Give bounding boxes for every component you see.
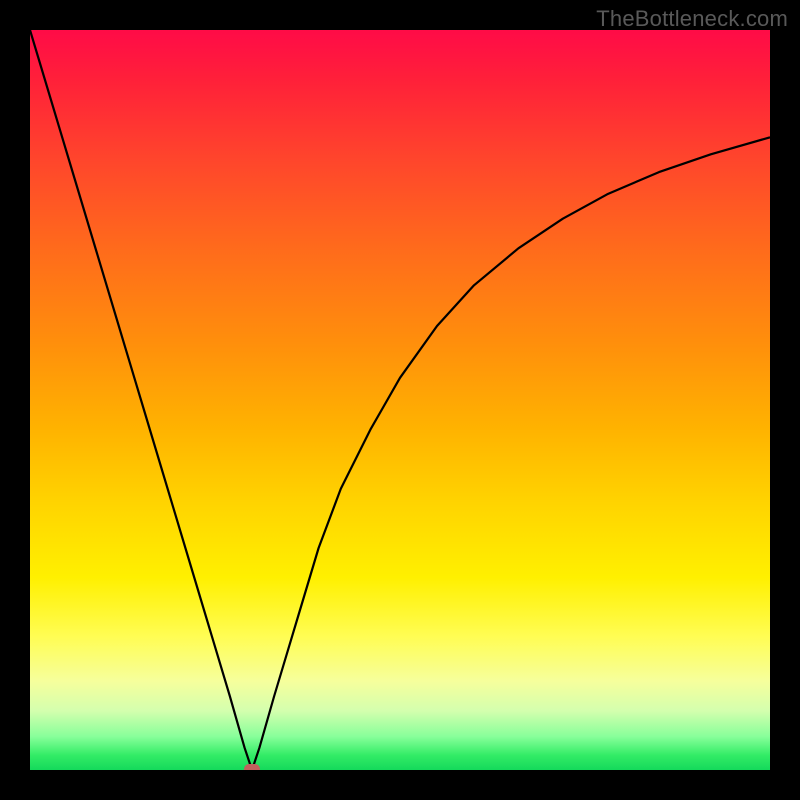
- plot-area: [30, 30, 770, 770]
- curve-layer: [30, 30, 770, 770]
- minimum-marker: [244, 764, 260, 770]
- chart-container: TheBottleneck.com: [0, 0, 800, 800]
- watermark-text: TheBottleneck.com: [596, 6, 788, 32]
- bottleneck-curve: [30, 30, 770, 770]
